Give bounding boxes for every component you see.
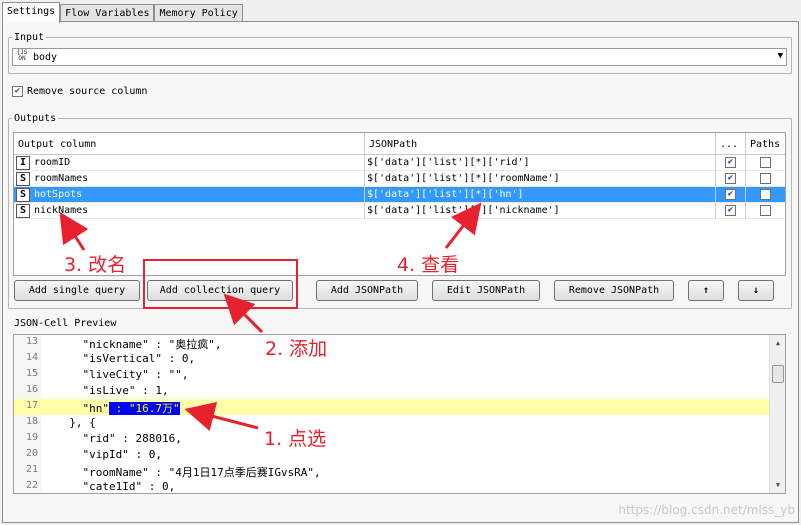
arrow-click-icon [184,401,259,432]
annotation-rename: 3. 改名 [64,254,127,276]
tab-settings[interactable]: Settings [2,2,61,23]
arrow-view-icon [444,202,482,249]
arrow-rename-icon [59,211,89,251]
watermark: https://blog.csdn.net/mlss_yb [618,503,795,517]
annotation-view: 4. 查看 [397,254,460,276]
arrow-add-icon [223,293,264,334]
annotation-click: 1. 点选 [264,428,327,450]
annotation-add: 2. 添加 [265,338,328,360]
